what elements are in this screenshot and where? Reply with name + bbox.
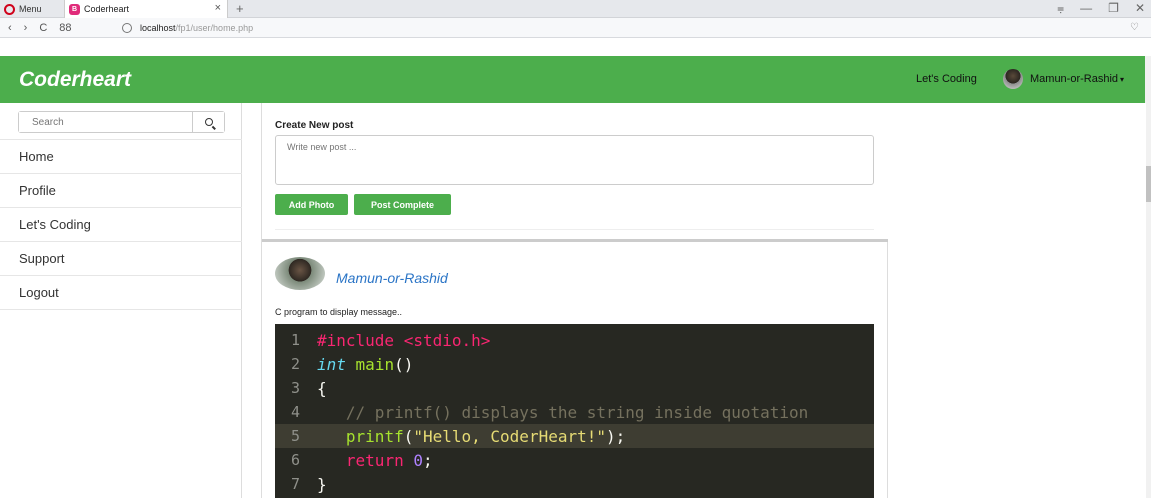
line-number: 6 [291,451,301,469]
back-icon[interactable]: ‹ [8,22,12,34]
close-tab-icon[interactable]: × [215,2,221,14]
divider [275,229,874,230]
line-number: 5 [291,427,301,445]
code-line: 4 // printf() displays the string inside… [275,400,874,424]
address-bar: ‹ › C 88 localhost/fp1/user/home.php [0,18,1151,38]
code-line: 7 } [275,472,874,496]
avatar [1003,69,1023,89]
globe-icon [122,23,132,33]
nav-buttons: ‹ › C 88 [0,22,122,34]
post-author-link[interactable]: Mamun-or-Rashid [336,270,448,286]
line-number: 2 [291,355,301,373]
nav-link-lets-coding[interactable]: Let's Coding [916,73,977,85]
code-text: #include <stdio.h> [317,330,491,350]
code-text: { [317,378,327,398]
code-line-active: 5 printf("Hello, CoderHeart!"); [275,424,874,448]
opera-logo-icon [4,3,15,15]
sidebar-item-logout[interactable]: Logout [0,276,242,310]
post-complete-button[interactable]: Post Complete [354,194,451,215]
code-line: 2 int main() [275,352,874,376]
sidebar-item-profile[interactable]: Profile [0,174,242,208]
right-panel [889,103,1146,498]
tab-title: Coderheart [84,4,130,14]
code-line: 6 return 0; [275,448,874,472]
menu-label: Menu [19,4,42,14]
code-block: 1 #include <stdio.h> 2 int main() 3 { 4 … [275,324,874,498]
new-tab-button[interactable]: + [236,1,244,16]
line-number: 3 [291,379,301,397]
url-path: /fp1/user/home.php [175,23,254,33]
new-post-textarea[interactable] [275,135,874,185]
sidebar-menu: Home Profile Let's Coding Support Logout [0,139,242,310]
caret-down-icon: ▾ [1120,74,1125,84]
code-text: return 0; [345,450,433,470]
reload-icon[interactable]: C [39,22,47,34]
line-number: 7 [291,475,301,493]
minimize-icon[interactable]: — [1080,1,1092,16]
speed-dial-icon[interactable]: 88 [59,22,71,34]
site-favicon-icon: B [69,3,80,15]
close-window-icon[interactable]: ✕ [1135,1,1145,16]
url-host: localhost [140,23,176,33]
site-navbar: Coderheart Let's Coding Mamun-or-Rashid … [0,56,1146,103]
line-number: 1 [291,331,301,349]
site-brand[interactable]: Coderheart [19,68,131,92]
post-card: Mamun-or-Rashid C program to display mes… [262,245,888,498]
code-text: } [317,474,327,494]
main-feed: Create New post Add Photo Post Complete … [261,103,888,498]
restore-icon[interactable]: ❐ [1108,1,1119,16]
code-line: 3 { [275,376,874,400]
sidebar: Home Profile Let's Coding Support Logout [0,103,242,498]
sidebar-item-lets-coding[interactable]: Let's Coding [0,208,242,242]
search-button[interactable] [192,112,224,132]
heart-icon[interactable]: ♡ [1130,22,1139,33]
search-icon [204,118,213,126]
author-avatar[interactable] [275,257,325,290]
sidebar-item-home[interactable]: Home [0,140,242,174]
code-text: printf("Hello, CoderHeart!"); [345,426,626,446]
search-group [18,111,225,133]
sidebar-item-support[interactable]: Support [0,242,242,276]
create-post-card: Create New post Add Photo Post Complete [262,103,888,242]
code-text: int main() [317,354,414,374]
user-name: Mamun-or-Rashid [1030,73,1119,85]
browser-tab[interactable]: B Coderheart × [64,0,228,18]
opera-menu-button[interactable]: Menu [4,2,42,16]
add-photo-button[interactable]: Add Photo [275,194,348,215]
post-caption: C program to display message.. [275,307,403,317]
code-text: // printf() displays the string inside q… [345,402,809,422]
line-number: 4 [291,403,301,421]
url-field[interactable]: localhost/fp1/user/home.php [122,20,1132,36]
tab-menu-icon[interactable]: ⩦ [1057,1,1064,16]
code-line: 1 #include <stdio.h> [275,328,874,352]
user-menu-dropdown[interactable]: Mamun-or-Rashid ▾ [1003,69,1124,89]
window-controls: ⩦ — ❐ ✕ [1057,1,1145,16]
browser-tab-bar: Menu B Coderheart × + ⩦ — ❐ ✕ [0,0,1151,18]
search-input[interactable] [19,112,192,132]
create-post-title: Create New post [275,120,354,131]
forward-icon[interactable]: › [24,22,28,34]
